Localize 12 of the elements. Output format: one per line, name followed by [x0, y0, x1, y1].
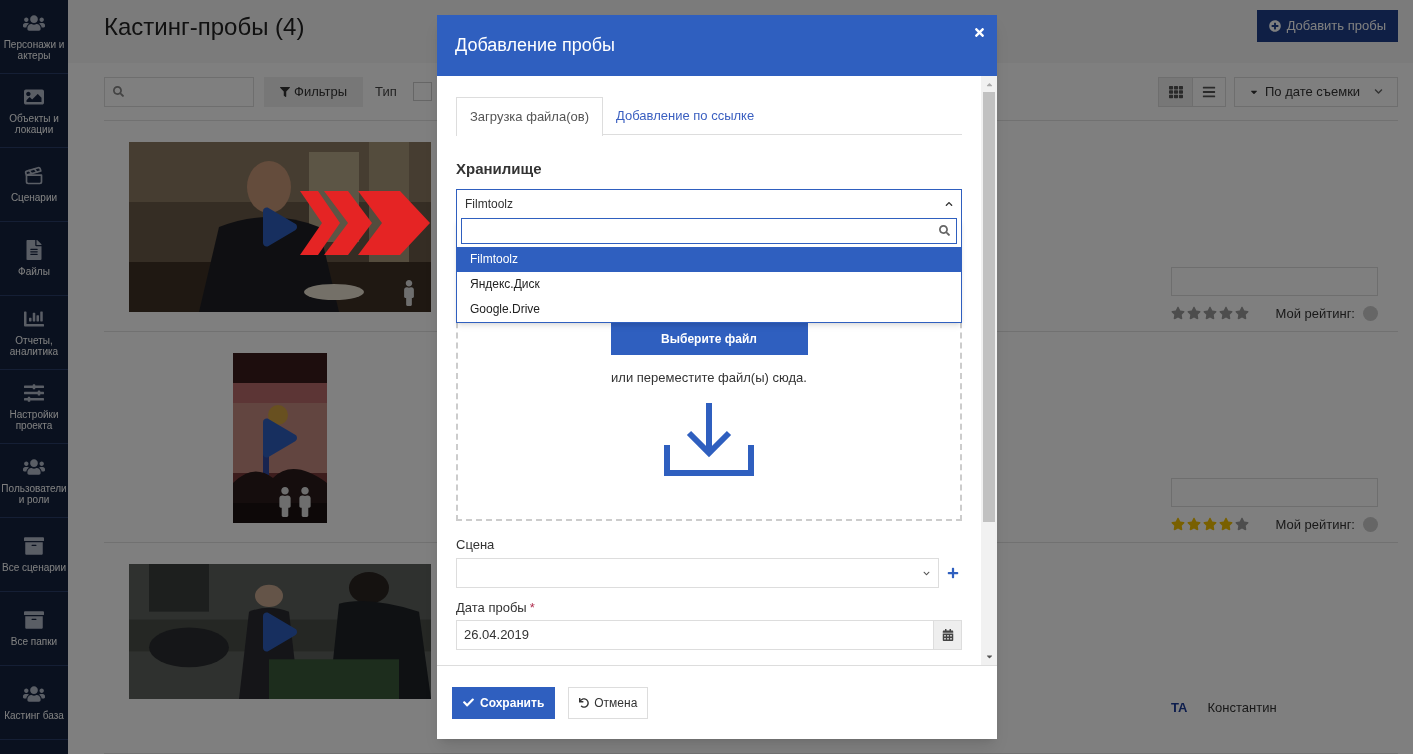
storage-label: Хранилище: [456, 159, 543, 179]
author-name: Константин: [1207, 699, 1277, 718]
my-rating-label: Мой рейтинг:: [1275, 515, 1355, 534]
scene-label: Сцена: [456, 535, 496, 554]
my-rating-label: Мой рейтинг:: [1275, 304, 1355, 323]
drop-hint: или переместите файл(ы) сюда.: [611, 369, 807, 387]
page-title: Кастинг-пробы (4): [104, 11, 305, 42]
author-initials: ТА: [1171, 699, 1188, 718]
type-label: Тип: [375, 82, 397, 101]
date-label: Дата пробы: [456, 599, 527, 617]
required-mark: *: [529, 599, 535, 617]
modal-title: Добавление пробы: [455, 34, 615, 57]
